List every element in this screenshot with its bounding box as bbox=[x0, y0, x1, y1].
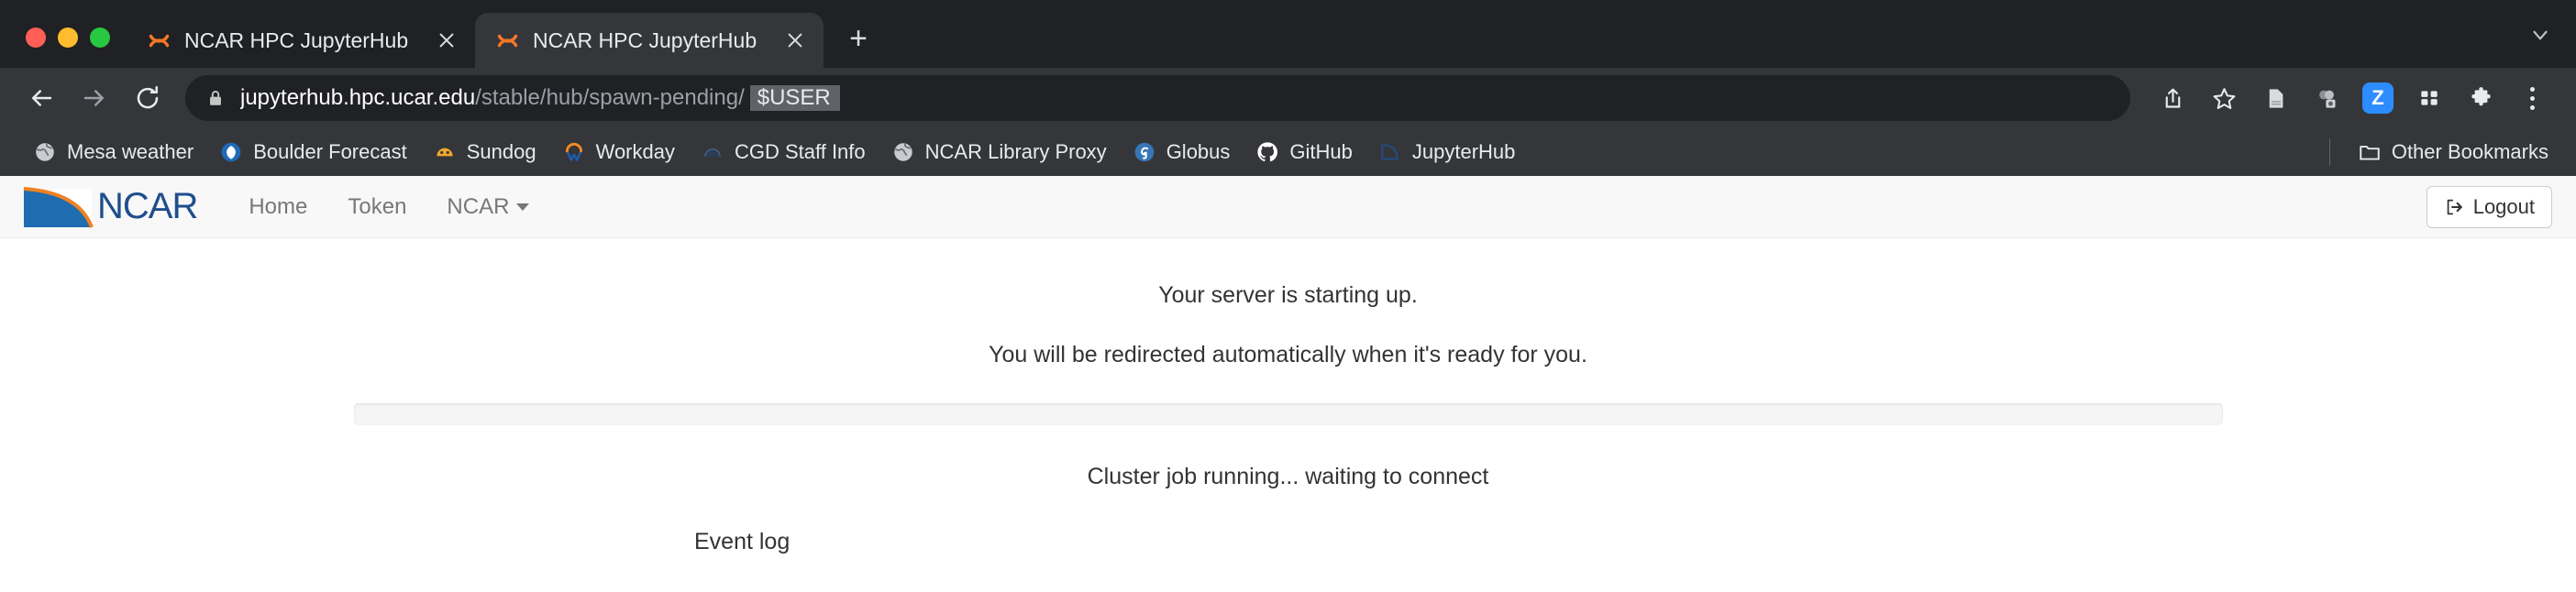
share-icon[interactable] bbox=[2149, 74, 2196, 122]
screen-capture-icon[interactable] bbox=[2303, 74, 2350, 122]
bookmark-label: NCAR Library Proxy bbox=[924, 140, 1107, 163]
bookmark-github[interactable]: GitHub bbox=[1243, 135, 1365, 170]
address-bar[interactable]: jupyterhub.hpc.ucar.edu/stable/hub/spawn… bbox=[185, 75, 2130, 121]
github-icon bbox=[1255, 140, 1279, 164]
reload-button[interactable] bbox=[123, 73, 172, 123]
close-tab-button[interactable] bbox=[433, 27, 460, 54]
zoom-extension-icon[interactable]: Z bbox=[2354, 74, 2402, 122]
tab-title: NCAR HPC JupyterHub bbox=[184, 27, 409, 52]
lock-icon bbox=[205, 88, 226, 108]
other-bookmarks-label: Other Bookmarks bbox=[2391, 140, 2548, 163]
reading-list-icon[interactable] bbox=[2251, 74, 2299, 122]
bookmark-label: Globus bbox=[1166, 140, 1231, 163]
bookmark-mesa-weather[interactable]: Mesa weather bbox=[20, 135, 206, 170]
bookmark-boulder-forecast[interactable]: Boulder Forecast bbox=[206, 135, 420, 170]
close-tab-button[interactable] bbox=[781, 27, 809, 54]
forward-button[interactable] bbox=[70, 73, 119, 123]
tab-search-chevron-down-icon[interactable] bbox=[2528, 23, 2552, 53]
spawn-progress-bar bbox=[353, 403, 2223, 425]
bookmark-jupyterhub[interactable]: JupyterHub bbox=[1365, 135, 1529, 170]
ncar-logo[interactable]: NCAR bbox=[22, 184, 198, 230]
bookmark-label: Workday bbox=[595, 140, 675, 163]
back-button[interactable] bbox=[17, 73, 66, 123]
more-menu-icon[interactable] bbox=[2508, 74, 2556, 122]
globe-icon bbox=[891, 140, 915, 164]
globe-icon bbox=[33, 140, 57, 164]
jupyterhub-navbar: NCAR Home Token NCAR Logout bbox=[0, 176, 2576, 238]
jupyterhub-nav-links: Home Token NCAR bbox=[228, 185, 549, 229]
window-controls bbox=[15, 27, 127, 68]
globus-icon bbox=[1133, 140, 1156, 164]
zoom-badge-label: Z bbox=[2362, 82, 2394, 114]
nav-dropdown-ncar[interactable]: NCAR bbox=[426, 185, 549, 229]
bookmark-label: Sundog bbox=[466, 140, 536, 163]
bookmark-workday[interactable]: Workday bbox=[549, 135, 688, 170]
ncar-icon bbox=[1378, 140, 1402, 164]
spawn-pending-content: Your server is starting up. You will be … bbox=[0, 238, 2576, 555]
extensions-puzzle-icon[interactable] bbox=[2457, 74, 2504, 122]
chevron-down-icon bbox=[516, 203, 530, 212]
folder-icon bbox=[2358, 140, 2382, 164]
ncar-logo-text: NCAR bbox=[97, 186, 198, 226]
browser-toolbar: jupyterhub.hpc.ucar.edu/stable/hub/spawn… bbox=[0, 68, 2576, 128]
url-redacted-user: $USER bbox=[749, 85, 840, 111]
minimize-window-button[interactable] bbox=[58, 27, 78, 48]
sign-out-icon bbox=[2444, 197, 2464, 217]
noaa-icon bbox=[219, 140, 243, 164]
bookmark-globus[interactable]: Globus bbox=[1120, 135, 1244, 170]
tab-title: NCAR HPC JupyterHub bbox=[533, 27, 757, 52]
url-text: jupyterhub.hpc.ucar.edu/stable/hub/spawn… bbox=[240, 85, 840, 111]
close-window-button[interactable] bbox=[26, 27, 46, 48]
maximize-window-button[interactable] bbox=[90, 27, 110, 48]
spawn-subheading: You will be redirected automatically whe… bbox=[989, 341, 1587, 367]
bookmark-cgd-staff-info[interactable]: CGD Staff Info bbox=[688, 135, 879, 170]
page-content: NCAR Home Token NCAR Logout Your server … bbox=[0, 176, 2576, 554]
sundog-icon bbox=[433, 140, 457, 164]
browser-tab-2[interactable]: NCAR HPC JupyterHub bbox=[475, 13, 824, 68]
jupyter-icon bbox=[147, 28, 171, 53]
tab-strip: NCAR HPC JupyterHub NCAR HPC JupyterHub bbox=[0, 0, 2576, 68]
spawn-heading: Your server is starting up. bbox=[1158, 282, 1418, 308]
bookmark-label: Boulder Forecast bbox=[253, 140, 407, 163]
bookmarks-bar: Mesa weather Boulder Forecast Sundog Wor… bbox=[0, 128, 2576, 176]
kebab-dots bbox=[2529, 86, 2535, 110]
event-log-toggle[interactable]: Event log bbox=[0, 529, 2576, 555]
bookmark-label: JupyterHub bbox=[1411, 140, 1516, 163]
bookmarks-divider bbox=[2328, 138, 2330, 166]
bookmark-label: GitHub bbox=[1289, 140, 1353, 163]
workday-icon bbox=[562, 140, 586, 164]
browser-window: NCAR HPC JupyterHub NCAR HPC JupyterHub bbox=[0, 0, 2576, 592]
url-host: jupyterhub.hpc.ucar.edu bbox=[240, 85, 476, 110]
nav-link-home[interactable]: Home bbox=[228, 185, 327, 229]
new-tab-button[interactable]: + bbox=[838, 20, 879, 60]
logout-label: Logout bbox=[2472, 194, 2535, 218]
url-path: /stable/hub/spawn-pending/ bbox=[475, 85, 745, 110]
jupyter-icon bbox=[495, 28, 520, 53]
bookmark-star-icon[interactable] bbox=[2200, 74, 2248, 122]
bookmark-label: Mesa weather bbox=[67, 140, 194, 163]
cgd-icon bbox=[701, 140, 724, 164]
nav-dropdown-label: NCAR bbox=[447, 193, 510, 219]
spawn-status-message: Cluster job running... waiting to connec… bbox=[1087, 464, 1489, 489]
bookmark-ncar-library-proxy[interactable]: NCAR Library Proxy bbox=[879, 135, 1120, 170]
apps-grid-icon[interactable] bbox=[2405, 74, 2453, 122]
browser-tab-1[interactable]: NCAR HPC JupyterHub bbox=[127, 13, 475, 68]
bookmark-label: CGD Staff Info bbox=[734, 140, 866, 163]
nav-link-token[interactable]: Token bbox=[327, 185, 426, 229]
other-bookmarks-button[interactable]: Other Bookmarks bbox=[2345, 135, 2561, 170]
bookmark-sundog[interactable]: Sundog bbox=[420, 135, 549, 170]
logout-button[interactable]: Logout bbox=[2426, 185, 2552, 228]
